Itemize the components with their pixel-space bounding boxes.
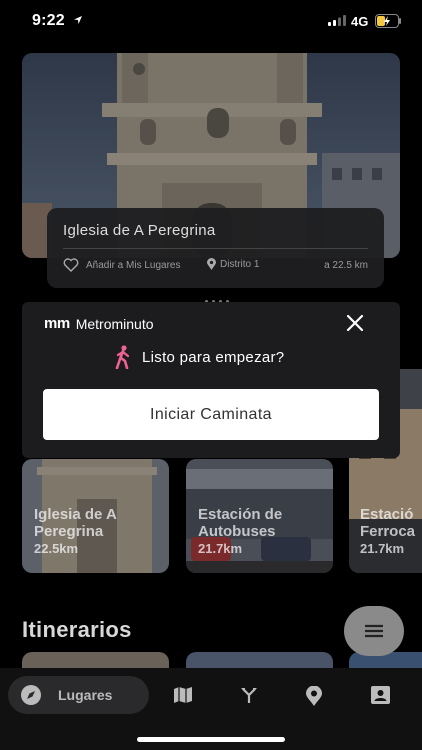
walking-icon [115, 345, 130, 369]
add-to-favorites-button[interactable]: Añadir a Mis Lugares [63, 258, 181, 272]
place-card[interactable]: Iglesia de A Peregrina 22.5km [22, 459, 169, 573]
profile-icon[interactable] [371, 686, 390, 704]
map-icon[interactable] [173, 686, 193, 704]
place-distance: 21.7km [198, 541, 243, 556]
place-distance: 22.5km [34, 541, 79, 556]
place-card-label: Estación de Autobuses 21.7km [198, 506, 283, 556]
location-arrow-icon [74, 16, 82, 24]
brand-logo: mm [44, 315, 70, 332]
brand-name: Metrominuto [75, 315, 154, 332]
favorite-label: Añadir a Mis Lugares [86, 259, 181, 271]
pin-icon [207, 258, 216, 270]
divider [63, 248, 368, 249]
itinerarios-heading: Itinerarios [22, 617, 132, 642]
network-type: 4G [351, 14, 369, 29]
place-card[interactable]: Estación de Autobuses 21.7km [186, 459, 333, 573]
place-card-label: Iglesia de A Peregrina 22.5km [34, 506, 117, 556]
menu-icon [365, 624, 383, 638]
brand: mm Metrominuto [44, 315, 154, 332]
nav-tab-label: Lugares [58, 687, 113, 703]
status-bar: 9:22 4G [0, 0, 422, 44]
status-time: 9:22 [32, 12, 65, 29]
place-info-card[interactable]: Iglesia de A Peregrina Añadir a Mis Luga… [47, 208, 384, 288]
place-distance: 21.7km [360, 541, 405, 556]
start-walk-modal: mm Metrominuto Listo para empezar? Inici… [22, 302, 400, 458]
heart-icon [63, 258, 79, 272]
prompt: Listo para empezar? [114, 345, 284, 369]
menu-button[interactable] [344, 606, 404, 656]
place-card-label: Estació Ferroca 21.7km [360, 506, 416, 556]
route-icon[interactable] [239, 686, 259, 704]
battery-icon [375, 14, 401, 28]
close-icon[interactable] [346, 314, 364, 332]
distance-label: a 22.5 km [324, 260, 368, 271]
place-title: Iglesia de A Peregrina [63, 222, 216, 239]
district-label: Distrito 1 [220, 258, 260, 270]
place-pin-icon[interactable] [306, 686, 322, 706]
prompt-text: Listo para empezar? [142, 348, 285, 366]
home-indicator [137, 737, 285, 742]
district: Distrito 1 [207, 258, 259, 270]
start-walk-button[interactable]: Iniciar Caminata [43, 389, 379, 440]
compass-icon [21, 685, 41, 705]
nav-tab-lugares[interactable]: Lugares [8, 676, 149, 714]
signal-icon [328, 15, 346, 26]
place-meta: Añadir a Mis Lugares Distrito 1 a 22.5 k… [63, 258, 368, 274]
